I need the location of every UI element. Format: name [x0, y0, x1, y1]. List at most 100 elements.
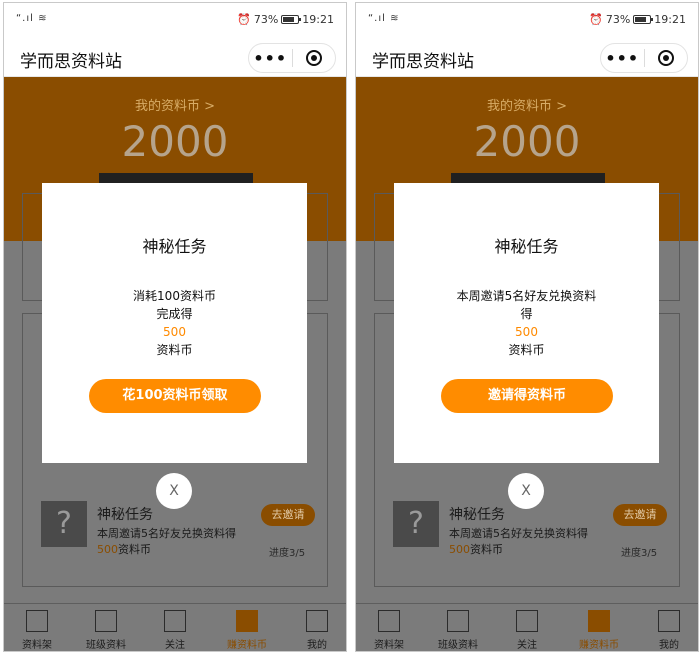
modal-line-2-suffix: 资料币: [156, 343, 193, 357]
task-progress: 进度3/5: [269, 548, 306, 559]
task-desc-prefix: 本周邀请5名好友兑换资料得: [449, 527, 588, 540]
class-icon: [95, 610, 117, 632]
task-title: 神秘任务: [449, 507, 505, 523]
signal-icon: “.ıl ≋: [368, 13, 400, 24]
modal-line-2-prefix: 得: [520, 307, 533, 321]
tab-bar: 资料架 班级资料 关注 赚资料币 我的: [356, 603, 698, 651]
tab-label: 班级资料: [438, 640, 478, 651]
banner-bar: [451, 173, 605, 183]
task-desc-amount: 500: [449, 543, 470, 556]
close-mini-program-button[interactable]: [293, 50, 336, 66]
battery-icon: [281, 15, 302, 24]
status-bar: “.ıl ≋ ⏰ 73% 19:21: [4, 3, 346, 39]
class-icon: [447, 610, 469, 632]
tab-profile[interactable]: 我的: [638, 604, 698, 651]
modal-line-1: 消耗100资料币: [133, 289, 216, 303]
invite-for-coins-button[interactable]: 邀请得资料币: [441, 379, 613, 413]
page-title: 学而思资料站: [20, 52, 122, 72]
task-progress: 进度3/5: [621, 548, 658, 559]
tab-bookshelf[interactable]: 资料架: [358, 604, 418, 651]
tab-label: 赚资料币: [227, 640, 267, 651]
status-right: ⏰ 73% 19:21: [589, 13, 686, 26]
task-modal: 神秘任务 本周邀请5名好友兑换资料 得 500 资料币 邀请得资料币: [394, 183, 659, 463]
status-right: ⏰ 73% 19:21: [237, 13, 334, 26]
signal-icon: “.ıl ≋: [16, 13, 48, 24]
coin-amount: 2000: [121, 117, 229, 166]
question-icon: ?: [393, 501, 439, 547]
phone-screen-left: “.ıl ≋ ⏰ 73% 19:21 学而思资料站 ••• 我的资料币 > 20…: [3, 2, 347, 652]
bookshelf-icon: [26, 610, 48, 632]
task-modal: 神秘任务 消耗100资料币 完成得 500 资料币 花100资料币领取: [42, 183, 307, 463]
follow-icon: [164, 610, 186, 632]
mini-program-capsule: •••: [248, 43, 336, 73]
coin-icon: [588, 610, 610, 632]
modal-text: 消耗100资料币 完成得 500 资料币: [42, 287, 307, 359]
app-header: 学而思资料站 •••: [4, 39, 346, 77]
tab-follow[interactable]: 关注: [144, 604, 204, 651]
tab-label: 我的: [659, 640, 679, 651]
tab-class-materials[interactable]: 班级资料: [427, 604, 487, 651]
clock: 19:21: [654, 13, 686, 26]
close-modal-button[interactable]: X: [508, 473, 544, 509]
target-icon: [305, 50, 322, 66]
close-mini-program-button[interactable]: [645, 50, 688, 66]
bookshelf-icon: [378, 610, 400, 632]
tab-label: 关注: [165, 640, 185, 651]
tab-follow[interactable]: 关注: [496, 604, 556, 651]
task-description: 本周邀请5名好友兑换资料得 500资料币: [97, 526, 247, 558]
task-desc-prefix: 本周邀请5名好友兑换资料得: [97, 527, 236, 540]
close-modal-button[interactable]: X: [156, 473, 192, 509]
alarm-icon: ⏰: [589, 13, 603, 26]
question-icon: ?: [41, 501, 87, 547]
invite-button[interactable]: 去邀请: [261, 504, 315, 526]
task-desc-suffix: 资料币: [470, 543, 503, 556]
task-desc-amount: 500: [97, 543, 118, 556]
page-title: 学而思资料站: [372, 52, 474, 72]
target-icon: [657, 50, 674, 66]
tab-label: 资料架: [22, 640, 52, 651]
tab-earn-coins[interactable]: 赚资料币: [568, 604, 628, 651]
tab-bar: 资料架 班级资料 关注 赚资料币 我的: [4, 603, 346, 651]
phone-screen-right: “.ıl ≋ ⏰ 73% 19:21 学而思资料站 ••• 我的资料币 > 20…: [355, 2, 699, 652]
task-description: 本周邀请5名好友兑换资料得 500资料币: [449, 526, 599, 558]
modal-line-2: 得 500 资料币: [394, 305, 659, 359]
tab-label: 赚资料币: [579, 640, 619, 651]
banner-bar: [99, 173, 253, 183]
tab-profile[interactable]: 我的: [286, 604, 346, 651]
modal-title: 神秘任务: [142, 237, 207, 256]
modal-line-2-prefix: 完成得: [156, 307, 193, 321]
modal-reward-amount: 500: [163, 325, 186, 339]
more-icon[interactable]: •••: [601, 49, 644, 68]
mini-program-capsule: •••: [600, 43, 688, 73]
tab-earn-coins[interactable]: 赚资料币: [216, 604, 276, 651]
more-icon[interactable]: •••: [249, 49, 292, 68]
coin-icon: [236, 610, 258, 632]
invite-button[interactable]: 去邀请: [613, 504, 667, 526]
tab-label: 我的: [307, 640, 327, 651]
redeem-button[interactable]: 花100资料币领取: [89, 379, 261, 413]
modal-title: 神秘任务: [494, 237, 559, 256]
modal-text: 本周邀请5名好友兑换资料 得 500 资料币: [394, 287, 659, 359]
alarm-icon: ⏰: [237, 13, 251, 26]
coin-amount: 2000: [473, 117, 581, 166]
clock: 19:21: [302, 13, 334, 26]
battery-percent: 73%: [253, 13, 279, 26]
my-coins-link[interactable]: 我的资料币 >: [356, 95, 698, 114]
my-coins-link[interactable]: 我的资料币 >: [4, 95, 346, 114]
battery-percent: 73%: [605, 13, 631, 26]
tab-class-materials[interactable]: 班级资料: [75, 604, 135, 651]
battery-icon: [633, 15, 654, 24]
modal-line-2: 完成得 500 资料币: [42, 305, 307, 359]
app-header: 学而思资料站 •••: [356, 39, 698, 77]
status-bar: “.ıl ≋ ⏰ 73% 19:21: [356, 3, 698, 39]
tab-label: 班级资料: [86, 640, 126, 651]
tab-label: 关注: [517, 640, 537, 651]
task-desc-suffix: 资料币: [118, 543, 151, 556]
profile-icon: [658, 610, 680, 632]
modal-reward-amount: 500: [515, 325, 538, 339]
modal-line-2-suffix: 资料币: [508, 343, 545, 357]
tab-bookshelf[interactable]: 资料架: [6, 604, 66, 651]
task-title: 神秘任务: [97, 507, 153, 523]
modal-line-1: 本周邀请5名好友兑换资料: [456, 289, 597, 303]
profile-icon: [306, 610, 328, 632]
